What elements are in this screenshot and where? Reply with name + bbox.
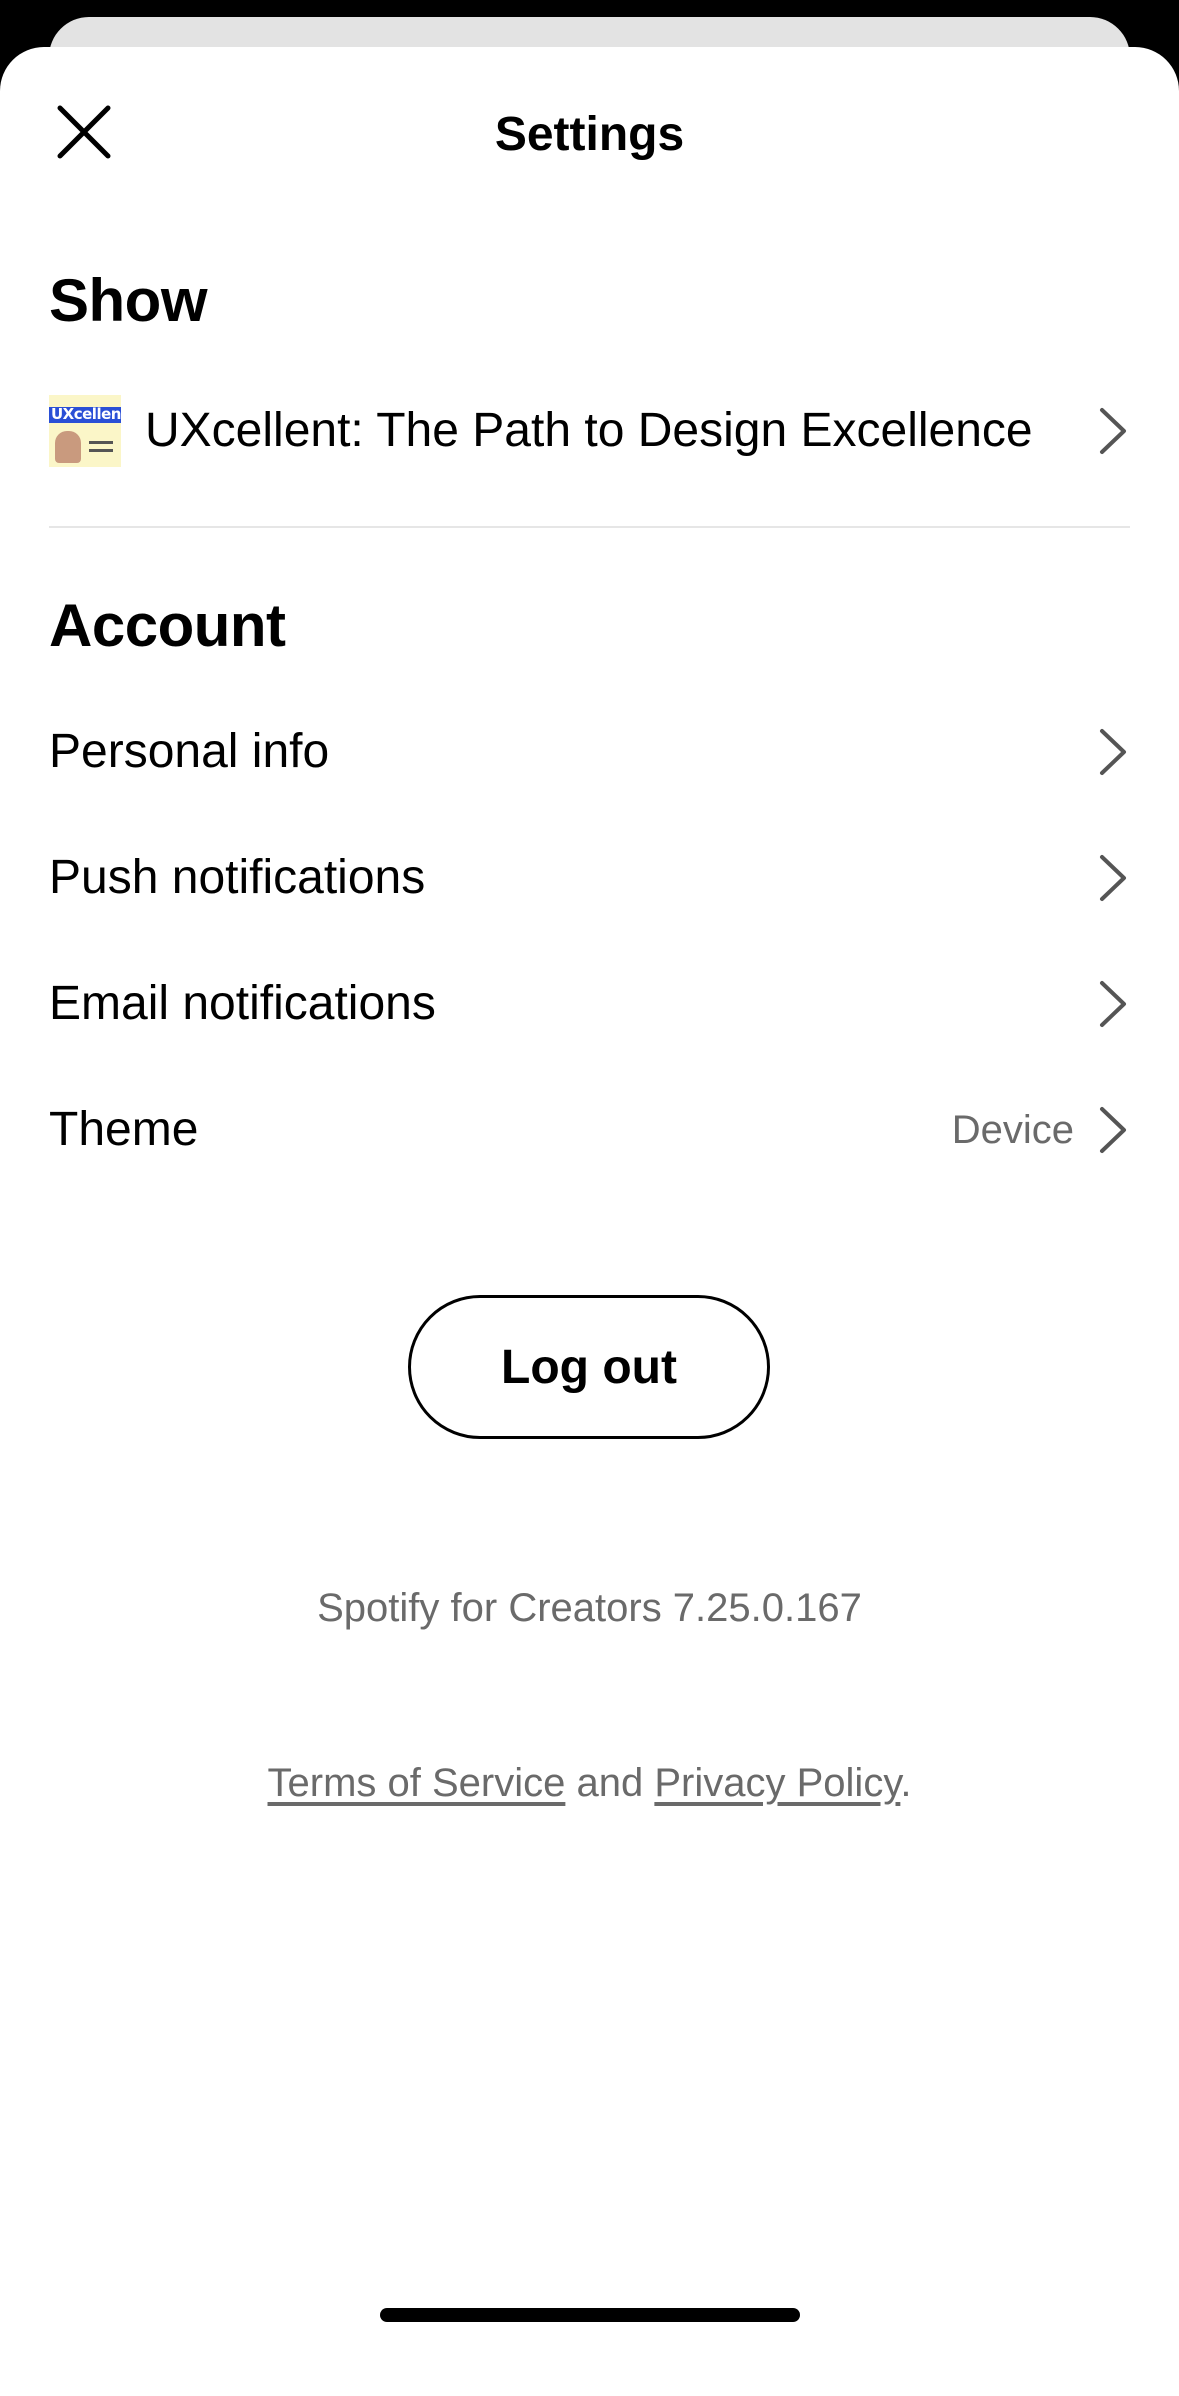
- chevron-right-icon: [1096, 403, 1130, 459]
- chevron-right-icon: [1096, 1102, 1130, 1158]
- account-item-label: Personal info: [49, 725, 330, 778]
- account-item-label: Theme: [49, 1103, 199, 1156]
- chevron-right-icon: [1096, 976, 1130, 1032]
- legal-and-text: and: [576, 1761, 644, 1805]
- page-title: Settings: [494, 108, 685, 161]
- account-item-personal-info[interactable]: Personal info: [49, 697, 1130, 807]
- account-item-email-notifications[interactable]: Email notifications: [49, 949, 1130, 1059]
- show-artwork-text: UXcellent: [51, 405, 121, 423]
- account-section-heading: Account: [49, 592, 286, 659]
- show-row[interactable]: UXcellent UXcellent: The Path to Design …: [49, 376, 1130, 486]
- section-divider: [49, 526, 1130, 528]
- terms-of-service-link[interactable]: Terms of Service: [268, 1761, 566, 1805]
- theme-value: Device: [951, 1107, 1074, 1152]
- chevron-right-icon: [1096, 724, 1130, 780]
- app-version: Spotify for Creators 7.25.0.167: [317, 1586, 862, 1630]
- account-item-label: Email notifications: [49, 977, 436, 1030]
- legal-period: .: [900, 1761, 912, 1805]
- account-item-theme[interactable]: Theme Device: [49, 1075, 1130, 1185]
- privacy-policy-link[interactable]: Privacy Policy: [654, 1761, 900, 1805]
- account-item-push-notifications[interactable]: Push notifications: [49, 823, 1130, 933]
- legal-links: Terms of Service and Privacy Policy.: [0, 1759, 1179, 1807]
- chevron-right-icon: [1096, 850, 1130, 906]
- logout-button[interactable]: Log out: [408, 1295, 770, 1439]
- show-section-heading: Show: [49, 267, 208, 334]
- show-title: UXcellent: The Path to Design Excellence: [145, 404, 1033, 457]
- settings-sheet: Settings Show UXcellent UXcellent: The P…: [0, 47, 1179, 2396]
- home-indicator: [380, 2308, 800, 2322]
- account-item-label: Push notifications: [49, 851, 426, 904]
- show-artwork: UXcellent: [49, 395, 121, 467]
